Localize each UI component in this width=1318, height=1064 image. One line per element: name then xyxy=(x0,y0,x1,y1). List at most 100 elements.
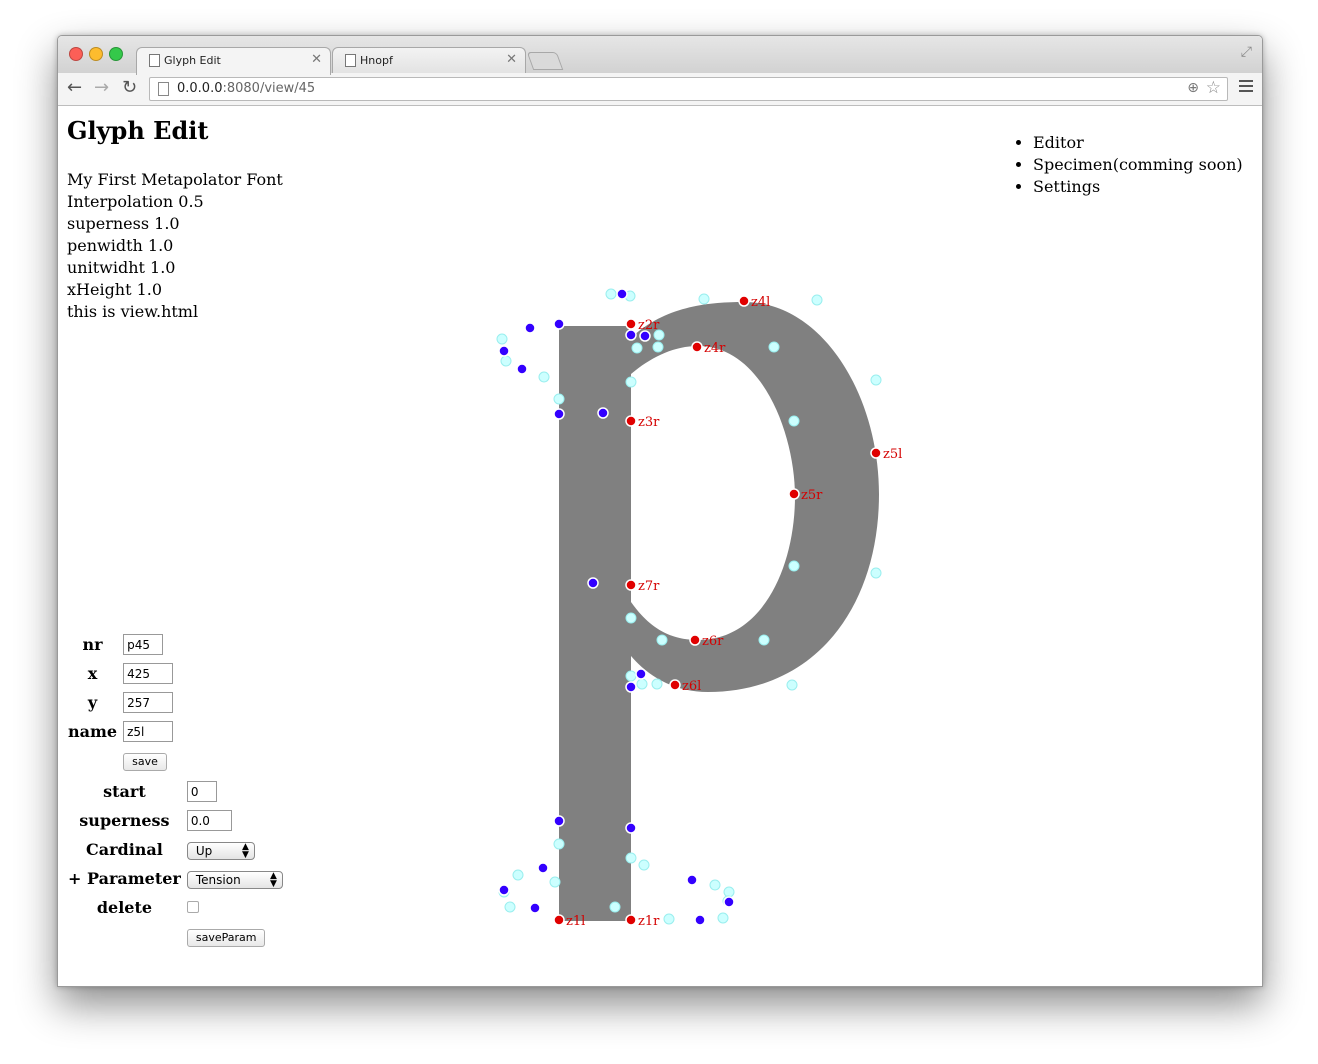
window-close-button[interactable] xyxy=(69,47,83,61)
handle-point[interactable] xyxy=(504,901,516,913)
handle-point[interactable] xyxy=(717,912,729,924)
handle-point[interactable] xyxy=(605,288,617,300)
y-input[interactable] xyxy=(123,692,174,714)
view-note: this is view.html xyxy=(67,302,199,321)
handle-point[interactable] xyxy=(625,852,637,864)
x-input[interactable] xyxy=(123,663,174,685)
handle-point[interactable] xyxy=(758,634,770,646)
tab-hnopf[interactable]: Hnopf ✕ xyxy=(332,47,526,74)
window-minimize-button[interactable] xyxy=(89,47,103,61)
control-point[interactable] xyxy=(723,896,735,908)
zoom-icon[interactable]: ⊕ xyxy=(1187,80,1199,96)
control-point[interactable] xyxy=(625,329,637,341)
handle-point[interactable] xyxy=(698,293,710,305)
save-button[interactable]: save xyxy=(123,752,167,771)
control-point[interactable] xyxy=(537,862,549,874)
handle-point[interactable] xyxy=(553,393,565,405)
nav-item-editor[interactable]: Editor xyxy=(1033,132,1243,154)
handle-point[interactable] xyxy=(870,374,882,386)
handle-point[interactable] xyxy=(788,415,800,427)
handle-point[interactable] xyxy=(788,560,800,572)
control-point[interactable] xyxy=(587,577,599,589)
handle-point[interactable] xyxy=(609,901,621,913)
labeled-point[interactable] xyxy=(788,488,800,500)
page-content: z1l z1r z2r z3r z4l z4r z5l z5r z6l z6r z7r Glyph … xyxy=(58,106,1262,986)
param-form: start superness Cardinal Up ▲▼ + Paramete… xyxy=(65,777,286,951)
save-param-button[interactable]: saveParam xyxy=(186,928,266,947)
handle-point[interactable] xyxy=(549,876,561,888)
labeled-point[interactable] xyxy=(738,295,750,307)
x-label: x xyxy=(87,664,98,683)
address-bar[interactable]: 0.0.0.0:8080/view/45 ⊕ ☆ xyxy=(149,77,1228,101)
control-point[interactable] xyxy=(553,815,565,827)
control-point[interactable] xyxy=(516,363,528,375)
labeled-point[interactable] xyxy=(625,318,637,330)
new-tab-button[interactable] xyxy=(526,52,564,70)
handle-point[interactable] xyxy=(870,567,882,579)
handle-point[interactable] xyxy=(553,838,565,850)
reload-icon[interactable]: ↻ xyxy=(122,77,137,98)
handle-point[interactable] xyxy=(663,913,675,925)
handle-point[interactable] xyxy=(811,294,823,306)
superness-label: superness xyxy=(79,811,170,830)
delete-checkbox[interactable] xyxy=(186,901,199,913)
control-point[interactable] xyxy=(686,874,698,886)
nr-input[interactable] xyxy=(123,634,164,656)
handle-point[interactable] xyxy=(625,376,637,388)
control-point[interactable] xyxy=(616,288,628,300)
control-point[interactable] xyxy=(498,884,510,896)
superness-input[interactable] xyxy=(186,810,232,832)
handle-point[interactable] xyxy=(625,612,637,624)
control-point[interactable] xyxy=(498,345,510,357)
parameter-label: + Parameter xyxy=(68,869,181,888)
cardinal-select[interactable]: Up ▲ ▼ xyxy=(186,841,255,860)
handle-point[interactable] xyxy=(638,859,650,871)
control-point[interactable] xyxy=(524,322,536,334)
menu-icon[interactable] xyxy=(1239,80,1253,95)
control-point[interactable] xyxy=(553,408,565,420)
handle-point[interactable] xyxy=(512,869,524,881)
control-point[interactable] xyxy=(529,902,541,914)
handle-point[interactable] xyxy=(631,342,643,354)
labeled-point[interactable] xyxy=(689,634,701,646)
bookmark-star-icon[interactable]: ☆ xyxy=(1206,78,1221,98)
control-point[interactable] xyxy=(694,914,706,926)
close-tab-icon[interactable]: ✕ xyxy=(311,52,322,67)
tab-glyph-edit[interactable]: Glyph Edit ✕ xyxy=(136,47,331,75)
nav-item-settings[interactable]: Settings xyxy=(1033,176,1243,198)
fullscreen-icon[interactable]: ⤢ xyxy=(1241,44,1252,60)
handle-point[interactable] xyxy=(625,670,637,682)
back-arrow-icon[interactable]: ← xyxy=(67,77,82,98)
handle-point[interactable] xyxy=(656,634,668,646)
control-point[interactable] xyxy=(625,822,637,834)
handle-point[interactable] xyxy=(709,879,721,891)
labeled-point[interactable] xyxy=(625,579,637,591)
handle-point[interactable] xyxy=(768,341,780,353)
labeled-point[interactable] xyxy=(625,415,637,427)
name-input[interactable] xyxy=(123,721,174,743)
control-point[interactable] xyxy=(553,318,565,330)
labeled-point[interactable] xyxy=(669,679,681,691)
parameter-select[interactable]: Tension ▲ ▼ xyxy=(186,870,283,889)
control-point[interactable] xyxy=(635,668,647,680)
labeled-point[interactable] xyxy=(553,914,565,926)
labeled-point[interactable] xyxy=(625,914,637,926)
handle-point[interactable] xyxy=(651,678,663,690)
handle-point[interactable] xyxy=(496,333,508,345)
close-tab-icon[interactable]: ✕ xyxy=(506,52,517,67)
handle-point[interactable] xyxy=(652,341,664,353)
handle-point[interactable] xyxy=(636,678,648,690)
handle-point[interactable] xyxy=(500,355,512,367)
nav-item-specimen[interactable]: Specimen(comming soon) xyxy=(1033,154,1243,176)
labeled-point[interactable] xyxy=(870,447,882,459)
handle-point[interactable] xyxy=(786,679,798,691)
forward-arrow-icon[interactable]: → xyxy=(94,77,109,98)
handle-point[interactable] xyxy=(723,886,735,898)
handle-point[interactable] xyxy=(538,371,550,383)
window-maximize-button[interactable] xyxy=(109,47,123,61)
control-point[interactable] xyxy=(597,407,609,419)
labeled-point[interactable] xyxy=(691,341,703,353)
start-input[interactable] xyxy=(186,781,217,803)
delete-label: delete xyxy=(96,898,153,917)
control-point[interactable] xyxy=(625,681,637,693)
